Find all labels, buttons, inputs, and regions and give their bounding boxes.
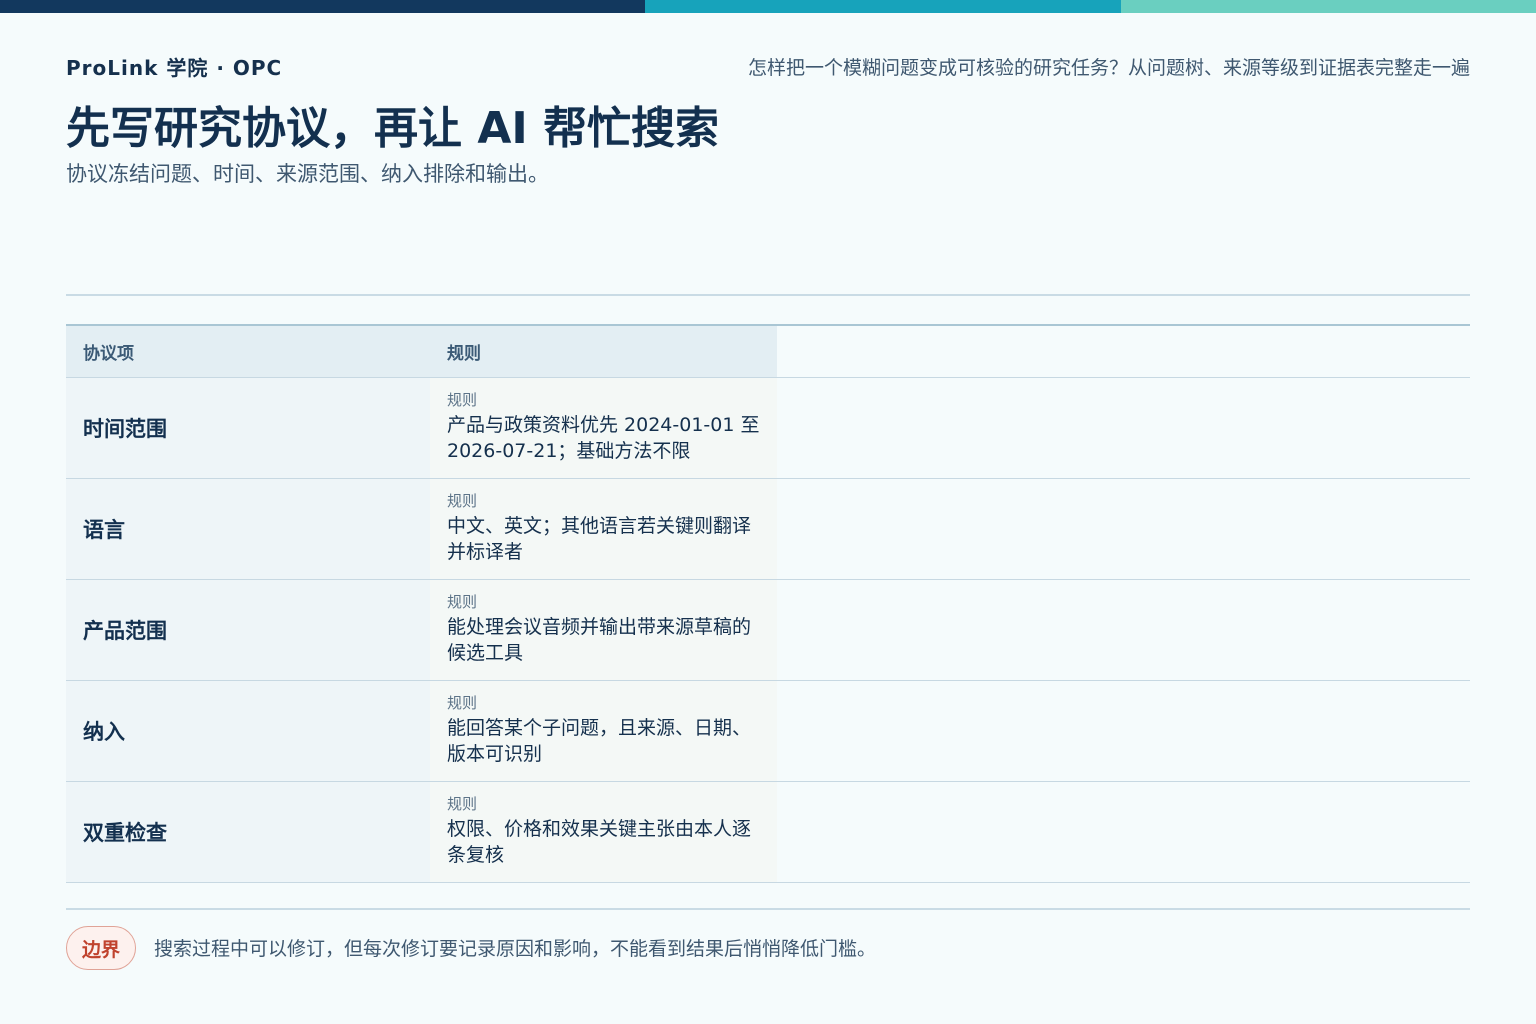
boundary-note: 搜索过程中可以修订，但每次修订要记录原因和影响，不能看到结果后悄悄降低门槛。 [154,938,877,960]
divider-top [66,294,1470,296]
rule-text: 产品与政策资料优先 2024-01-01 至 2026-07-21；基础方法不限 [447,414,760,462]
table-row: 产品范围 规则 能处理会议音频并输出带来源草稿的候选工具 [66,580,1470,681]
top-bar-segment-mint [1121,0,1536,13]
row-item: 纳入 [66,681,430,781]
rule-text: 权限、价格和效果关键主张由本人逐条复核 [447,818,752,866]
table-row: 时间范围 规则 产品与政策资料优先 2024-01-01 至 2026-07-2… [66,378,1470,479]
tagline: 怎样把一个模糊问题变成可核验的研究任务？从问题树、来源等级到证据表完整走一遍 [747,57,1470,79]
page-subtitle: 协议冻结问题、时间、来源范围、纳入排除和输出。 [66,162,549,186]
row-rule-cell: 规则 能回答某个子问题，且来源、日期、版本可识别 [430,681,777,781]
table-row: 语言 规则 中文、英文；其他语言若关键则翻译并标译者 [66,479,1470,580]
row-rule-cell: 规则 能处理会议音频并输出带来源草稿的候选工具 [430,580,777,680]
table-header: 协议项 规则 [66,324,1470,378]
row-item: 产品范围 [66,580,430,680]
rule-text: 中文、英文；其他语言若关键则翻译并标译者 [447,515,752,563]
row-rule-cell: 规则 产品与政策资料优先 2024-01-01 至 2026-07-21；基础方… [430,378,777,478]
rule-label: 规则 [447,795,478,813]
top-bar-segment-dark [0,0,645,13]
page-title: 先写研究协议，再让 AI 帮忙搜索 [66,103,720,154]
rule-label: 规则 [447,391,478,409]
row-item: 语言 [66,479,430,579]
row-item: 时间范围 [66,378,430,478]
top-bar-segment-teal [645,0,1121,13]
rule-label: 规则 [447,694,478,712]
protocol-table: 协议项 规则 时间范围 规则 产品与政策资料优先 2024-01-01 至 20… [66,324,1470,883]
rule-label: 规则 [447,492,478,510]
table-row: 纳入 规则 能回答某个子问题，且来源、日期、版本可识别 [66,681,1470,782]
column-header-rule: 规则 [430,326,777,377]
table-row: 双重检查 规则 权限、价格和效果关键主张由本人逐条复核 [66,782,1470,883]
rule-label: 规则 [447,593,478,611]
divider-bottom [66,908,1470,910]
row-rule-cell: 规则 中文、英文；其他语言若关键则翻译并标译者 [430,479,777,579]
brand-label: ProLink 学院 · OPC [66,56,283,80]
boundary-badge: 边界 [66,926,136,970]
top-color-bar [0,0,1536,13]
rule-text: 能回答某个子问题，且来源、日期、版本可识别 [447,717,752,765]
row-rule-cell: 规则 权限、价格和效果关键主张由本人逐条复核 [430,782,777,882]
column-header-item: 协议项 [66,326,430,377]
row-item: 双重检查 [66,782,430,882]
rule-text: 能处理会议音频并输出带来源草稿的候选工具 [447,616,752,664]
